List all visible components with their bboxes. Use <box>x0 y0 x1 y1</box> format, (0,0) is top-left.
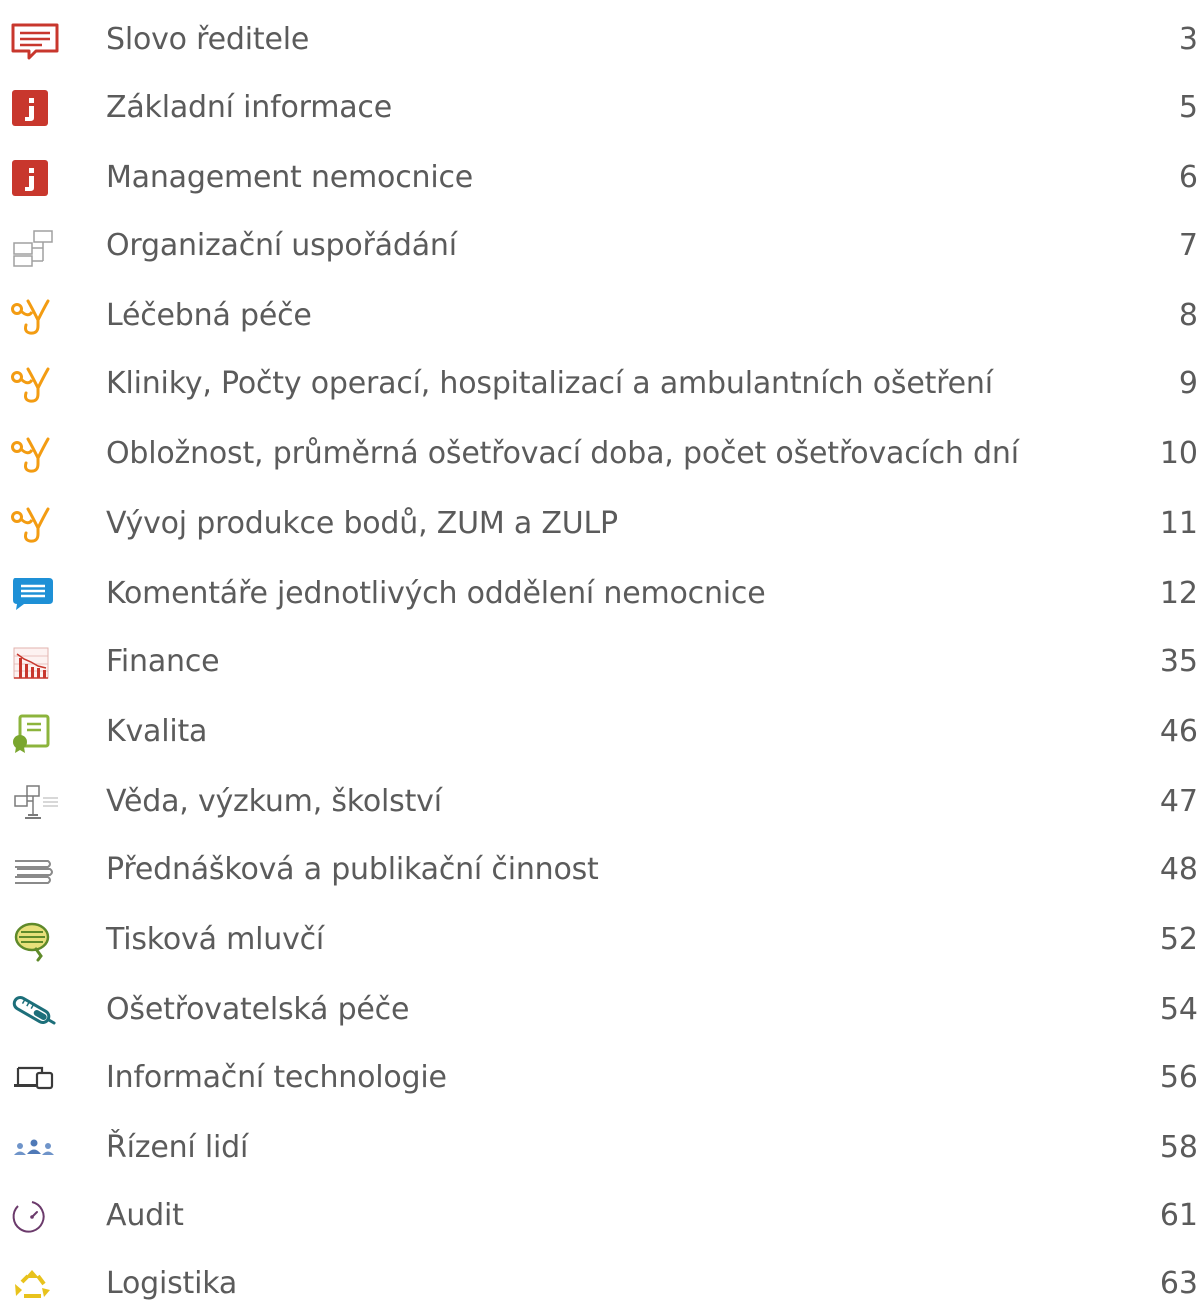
toc-item-page: 56 <box>1159 1060 1198 1095</box>
toc-item-finance[interactable]: Finance 35 <box>0 634 1204 694</box>
toc-item-page: 54 <box>1159 992 1198 1027</box>
toc-item-lecebna-pece[interactable]: Léčebná péče 8 <box>0 288 1204 348</box>
toc-item-osetrovatelska-pece[interactable]: Ošetřovatelská péče 54 <box>0 982 1204 1042</box>
toc-item-organizacni-usporadani[interactable]: Organizační uspořádání 7 <box>0 218 1204 278</box>
toc-item-title: Kliniky, Počty operací, hospitalizací a … <box>106 366 993 401</box>
toc-item-page: 9 <box>1178 366 1198 401</box>
microphone-icon <box>10 922 66 962</box>
thermometer-icon <box>10 992 66 1032</box>
toc-item-page: 12 <box>1159 576 1198 611</box>
finance-chart-icon <box>10 644 66 684</box>
toc-item-page: 63 <box>1159 1266 1198 1301</box>
toc-item-title: Věda, výzkum, školství <box>106 784 442 819</box>
toc-item-management-nemocnice[interactable]: Management nemocnice 6 <box>0 150 1204 210</box>
toc-item-prednaskova[interactable]: Přednášková a publikační činnost 48 <box>0 842 1204 902</box>
toc-item-page: 48 <box>1159 852 1198 887</box>
speech-bubble-icon <box>10 22 66 62</box>
toc-item-title: Obložnost, průměrná ošetřovací doba, poč… <box>106 436 1019 471</box>
toc-item-page: 8 <box>1178 298 1198 333</box>
toc-item-logistika[interactable]: Logistika 63 <box>0 1256 1204 1316</box>
toc-item-title: Audit <box>106 1198 184 1233</box>
toc-item-komentare[interactable]: Komentáře jednotlivých oddělení nemocnic… <box>0 566 1204 626</box>
toc-item-title: Léčebná péče <box>106 298 312 333</box>
toc-item-tiskova-mluvci[interactable]: Tisková mluvčí 52 <box>0 912 1204 972</box>
toc-item-title: Slovo ředitele <box>106 22 310 57</box>
stethoscope-icon <box>10 366 66 406</box>
stethoscope-icon <box>10 298 66 338</box>
toc-item-kvalita[interactable]: Kvalita 46 <box>0 704 1204 764</box>
toc-item-title: Základní informace <box>106 90 392 125</box>
toc-item-title: Finance <box>106 644 220 679</box>
toc-item-title: Management nemocnice <box>106 160 474 195</box>
toc-item-title: Řízení lidí <box>106 1130 249 1165</box>
toc-item-title: Tisková mluvčí <box>106 922 325 957</box>
stethoscope-icon <box>10 436 66 476</box>
chat-bubble-icon <box>10 576 66 616</box>
toc-item-title: Organizační uspořádání <box>106 228 457 263</box>
stethoscope-icon <box>10 506 66 546</box>
toc-item-page: 5 <box>1178 90 1198 125</box>
toc-item-page: 61 <box>1159 1198 1198 1233</box>
toc-item-veda-vyzkum[interactable]: Věda, výzkum, školství 47 <box>0 774 1204 834</box>
toc-item-title: Logistika <box>106 1266 238 1301</box>
toc-item-title: Komentáře jednotlivých oddělení nemocnic… <box>106 576 766 611</box>
info-icon <box>10 90 66 130</box>
toc-item-title: Kvalita <box>106 714 208 749</box>
gauge-icon <box>10 1198 66 1238</box>
toc-item-title: Přednášková a publikační činnost <box>106 852 599 887</box>
toc-item-zakladni-informace[interactable]: Základní informace 5 <box>0 80 1204 140</box>
toc-item-audit[interactable]: Audit 61 <box>0 1188 1204 1248</box>
toc-item-page: 10 <box>1159 436 1198 471</box>
toc-item-title: Ošetřovatelská péče <box>106 992 410 1027</box>
toc-item-obloznost[interactable]: Obložnost, průměrná ošetřovací doba, poč… <box>0 426 1204 486</box>
certificate-icon <box>10 714 66 754</box>
devices-icon <box>10 1060 66 1100</box>
recycle-icon <box>10 1266 66 1306</box>
science-diagram-icon <box>10 784 66 824</box>
toc-item-page: 35 <box>1159 644 1198 679</box>
toc-item-page: 6 <box>1178 160 1198 195</box>
table-of-contents: Slovo ředitele 3 Základní informace 5 Ma… <box>0 0 1204 1308</box>
toc-item-kliniky[interactable]: Kliniky, Počty operací, hospitalizací a … <box>0 356 1204 416</box>
toc-item-informacni-technologie[interactable]: Informační technologie 56 <box>0 1050 1204 1110</box>
toc-item-page: 47 <box>1159 784 1198 819</box>
info-icon <box>10 160 66 200</box>
org-chart-icon <box>10 228 66 268</box>
people-icon <box>10 1130 66 1170</box>
toc-item-page: 7 <box>1178 228 1198 263</box>
toc-item-title: Informační technologie <box>106 1060 447 1095</box>
toc-item-page: 46 <box>1159 714 1198 749</box>
books-icon <box>10 852 66 892</box>
toc-item-title: Vývoj produkce bodů, ZUM a ZULP <box>106 506 618 541</box>
toc-item-rizeni-lidi[interactable]: Řízení lidí 58 <box>0 1120 1204 1180</box>
toc-item-slovo-reditele[interactable]: Slovo ředitele 3 <box>0 12 1204 72</box>
toc-item-vyvoj-produkce[interactable]: Vývoj produkce bodů, ZUM a ZULP 11 <box>0 496 1204 556</box>
toc-item-page: 11 <box>1159 506 1198 541</box>
toc-item-page: 58 <box>1159 1130 1198 1165</box>
toc-item-page: 52 <box>1159 922 1198 957</box>
toc-item-page: 3 <box>1178 22 1198 57</box>
